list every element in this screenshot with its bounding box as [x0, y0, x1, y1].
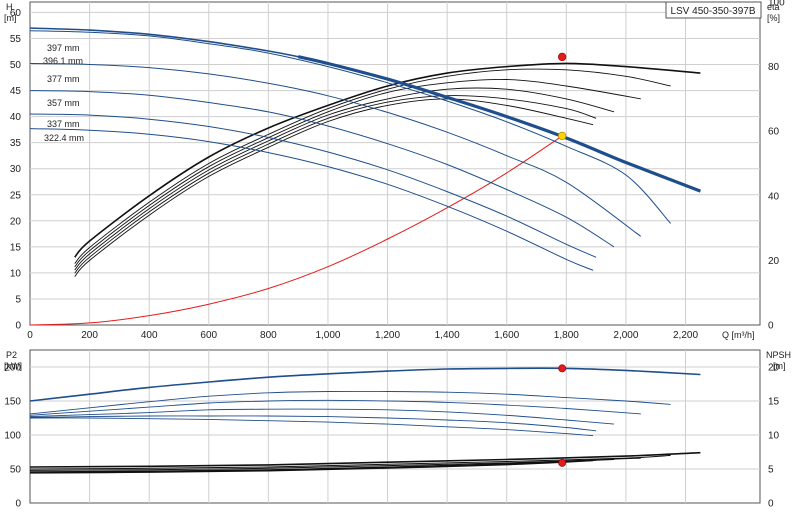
flow-tick-label-2: 400 [141, 330, 158, 341]
eta-tick-label-1: 20 [768, 256, 780, 267]
power-tick-label-3: 150 [4, 397, 21, 408]
model-label: LSV 450-350-397B [670, 6, 755, 17]
bottom-duty-point-1 [558, 458, 567, 467]
diameter-label-5: 322.4 mm [44, 133, 84, 143]
npsh-axis-label: NPSH [766, 350, 791, 360]
head-tick-label-4: 20 [10, 216, 22, 227]
diameter-label-2: 377 mm [47, 74, 80, 84]
npsh-tick-label-0: 0 [768, 499, 774, 510]
head-tick-label-1: 5 [15, 294, 21, 305]
head-axis-unit: [m] [4, 13, 17, 23]
flow-tick-label-10: 2,000 [613, 330, 638, 341]
diameter-label-0: 397 mm [47, 43, 80, 53]
head-tick-label-7: 35 [10, 138, 22, 149]
head-tick-label-6: 30 [10, 164, 22, 175]
head-tick-label-0: 0 [15, 321, 21, 332]
flow-tick-label-3: 600 [200, 330, 217, 341]
flow-tick-label-6: 1,200 [375, 330, 400, 341]
flow-tick-label-1: 200 [81, 330, 98, 341]
head-tick-label-11: 55 [10, 34, 22, 45]
pump-performance-chart: 0510152025303540455055600204060801000 200… [4, 0, 791, 510]
diameter-label-4: 337 mm [47, 119, 80, 129]
power-tick-label-1: 50 [10, 465, 22, 476]
bottom-panel-frame [29, 349, 761, 504]
flow-tick-label-8: 1,600 [494, 330, 519, 341]
npsh-tick-label-1: 5 [768, 465, 774, 476]
flow-tick-label-7: 1,400 [435, 330, 460, 341]
head-tick-label-5: 25 [10, 190, 22, 201]
head-axis-label: H [6, 2, 13, 12]
flow-axis-label: Q [m³/h] [722, 330, 755, 340]
power-tick-label-2: 100 [4, 431, 21, 442]
eta-tick-label-3: 60 [768, 127, 780, 138]
top-panel-frame [29, 1, 761, 326]
eta-tick-label-0: 0 [768, 321, 774, 332]
npsh-tick-label-3: 15 [768, 397, 780, 408]
eta-axis-unit: [%] [767, 13, 780, 23]
head-tick-label-9: 45 [10, 86, 22, 97]
flow-tick-label-0: 0 [27, 330, 33, 341]
bottom-duty-point-0 [558, 364, 567, 373]
top-duty-point-1 [558, 52, 567, 62]
npsh-axis-unit: [m] [773, 361, 786, 371]
flow-tick-label-5: 1,000 [315, 330, 340, 341]
head-tick-label-8: 40 [10, 112, 22, 123]
diameter-label-3: 357 mm [47, 98, 80, 108]
top-duty-point-0 [558, 131, 567, 141]
flow-tick-label-9: 1,800 [554, 330, 579, 341]
head-tick-label-2: 10 [10, 268, 22, 279]
power-axis-unit: [kW] [4, 361, 22, 371]
eta-tick-label-4: 80 [768, 62, 780, 73]
power-axis-label: P2 [6, 350, 17, 360]
power-tick-label-0: 0 [15, 499, 21, 510]
flow-tick-label-4: 800 [260, 330, 277, 341]
npsh-tick-label-2: 10 [768, 431, 780, 442]
flow-tick-label-11: 2,200 [673, 330, 698, 341]
eta-tick-label-2: 40 [768, 191, 780, 202]
eta-axis-label: eta [767, 2, 780, 12]
head-tick-label-10: 50 [10, 60, 22, 71]
head-tick-label-3: 15 [10, 242, 22, 253]
